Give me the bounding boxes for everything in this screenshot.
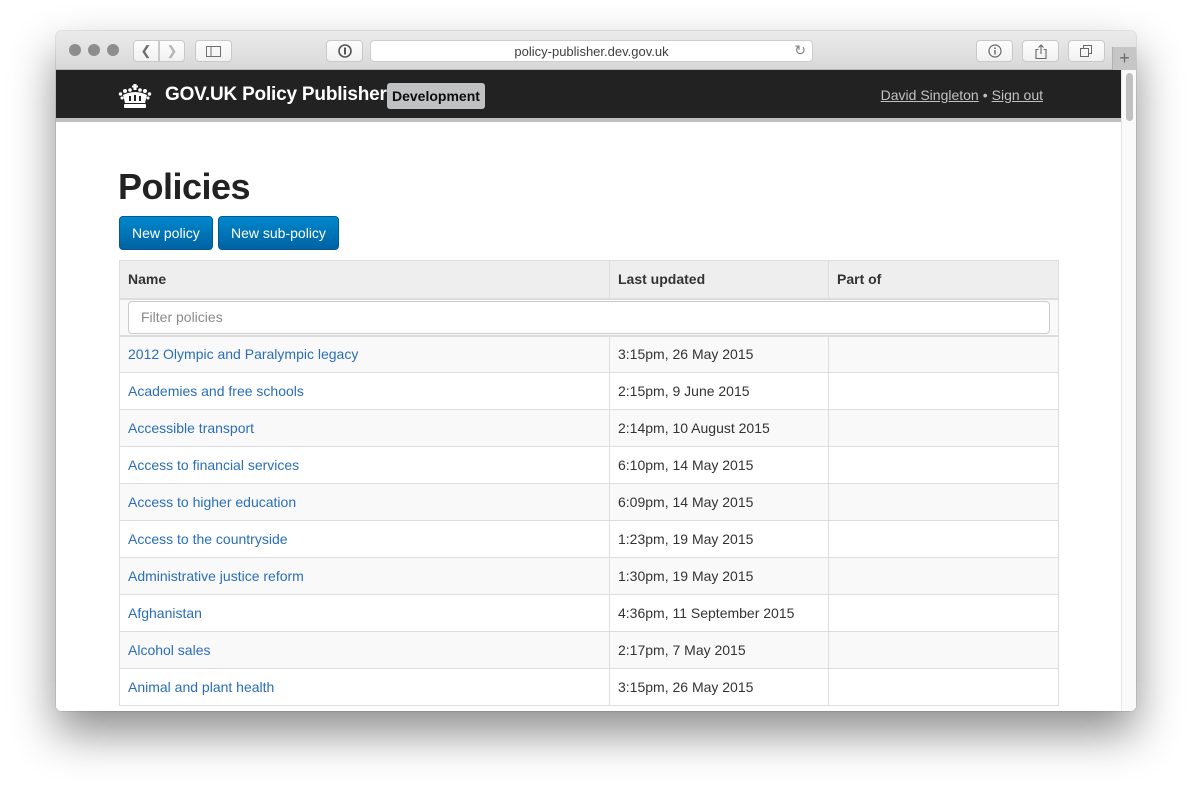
site-header: GOV.UK Policy Publisher Development Davi…: [56, 70, 1121, 122]
table-row: Accessible transport 2:14pm, 10 August 20…: [119, 409, 1059, 447]
policy-name-cell: Administrative justice reform: [119, 557, 610, 595]
last-updated-cell: 4:36pm, 11 September 2015: [609, 594, 829, 632]
policy-link[interactable]: Animal and plant health: [128, 679, 274, 695]
policy-name-cell: Academies and free schools: [119, 372, 610, 410]
new-tab-button[interactable]: +: [1112, 47, 1136, 70]
user-nav: David Singleton • Sign out: [881, 87, 1043, 103]
tabs-icon: [1080, 44, 1092, 57]
last-updated-cell: 2:14pm, 10 August 2015: [609, 409, 829, 447]
last-updated-cell: 3:15pm, 26 May 2015: [609, 335, 829, 373]
policy-name-cell: Alcohol sales: [119, 631, 610, 669]
part-of-cell: [828, 483, 1059, 521]
minimize-window-button[interactable]: [88, 44, 100, 56]
chevron-right-icon: ❯: [166, 43, 178, 58]
policy-name-cell: Animal and plant health: [119, 668, 610, 706]
vertical-scrollbar[interactable]: [1121, 70, 1136, 711]
policy-name-cell: Access to the countryside: [119, 520, 610, 558]
table-row: Administrative justice reform 1:30pm, 19 …: [119, 557, 1059, 595]
filter-cell: [119, 298, 1059, 337]
password-manager-button[interactable]: [326, 40, 363, 62]
part-of-cell: [828, 594, 1059, 632]
policy-link[interactable]: Access to higher education: [128, 494, 296, 510]
part-of-cell: [828, 335, 1059, 373]
forward-button[interactable]: ❯: [159, 40, 185, 62]
policy-link[interactable]: Access to the countryside: [128, 531, 288, 547]
policy-link[interactable]: Afghanistan: [128, 605, 202, 621]
table-row: Access to higher education 6:09pm, 14 May…: [119, 483, 1059, 521]
column-header-last-updated[interactable]: Last updated: [609, 260, 829, 300]
close-window-button[interactable]: [69, 44, 81, 56]
sign-out-link[interactable]: Sign out: [992, 87, 1043, 103]
policy-name-cell: Access to higher education: [119, 483, 610, 521]
table-row: Afghanistan 4:36pm, 11 September 2015: [119, 594, 1059, 632]
table-row: Access to the countryside 1:23pm, 19 May …: [119, 520, 1059, 558]
site-brand[interactable]: GOV.UK Policy Publisher: [165, 84, 387, 106]
1password-icon: [337, 44, 352, 58]
table-row: Access to financial services 6:10pm, 14 M…: [119, 446, 1059, 484]
policy-link[interactable]: Access to financial services: [128, 457, 299, 473]
browser-window: ❮ ❯ policy-publisher.dev.gov.uk ↻ + GOV.…: [56, 31, 1136, 711]
part-of-cell: [828, 520, 1059, 558]
column-header-part-of[interactable]: Part of: [828, 260, 1059, 300]
policies-table: Name Last updated Part of 2012 Olympic a…: [119, 260, 1059, 706]
part-of-cell: [828, 409, 1059, 447]
filter-policies-input[interactable]: [128, 300, 1050, 334]
column-header-name[interactable]: Name: [119, 260, 610, 300]
part-of-cell: [828, 668, 1059, 706]
policy-name-cell: Accessible transport: [119, 409, 610, 447]
policy-name-cell: Access to financial services: [119, 446, 610, 484]
sidebar-button[interactable]: [195, 40, 232, 62]
last-updated-cell: 3:15pm, 26 May 2015: [609, 668, 829, 706]
new-policy-button[interactable]: New policy: [119, 216, 213, 250]
policy-name-cell: Afghanistan: [119, 594, 610, 632]
table-row: Alcohol sales 2:17pm, 7 May 2015: [119, 631, 1059, 669]
scrollbar-thumb[interactable]: [1126, 73, 1133, 121]
new-sub-policy-button[interactable]: New sub-policy: [218, 216, 339, 250]
browser-toolbar: ❮ ❯ policy-publisher.dev.gov.uk ↻ +: [56, 31, 1136, 70]
last-updated-cell: 2:15pm, 9 June 2015: [609, 372, 829, 410]
filter-row: [119, 298, 1059, 337]
policy-link[interactable]: Alcohol sales: [128, 642, 211, 658]
table-header-row: Name Last updated Part of: [119, 260, 1059, 300]
info-button[interactable]: [976, 40, 1013, 62]
table-row: 2012 Olympic and Paralympic legacy 3:15pm…: [119, 335, 1059, 373]
policy-link[interactable]: Accessible transport: [128, 420, 254, 436]
table-row: Animal and plant health 3:15pm, 26 May 20…: [119, 668, 1059, 706]
share-icon: [1034, 43, 1047, 59]
show-tabs-button[interactable]: [1068, 40, 1105, 62]
part-of-cell: [828, 372, 1059, 410]
sidebar-icon: [206, 45, 221, 57]
policy-link[interactable]: 2012 Olympic and Paralympic legacy: [128, 346, 358, 362]
zoom-window-button[interactable]: [107, 44, 119, 56]
reload-icon[interactable]: ↻: [794, 42, 806, 59]
chevron-left-icon: ❮: [140, 43, 152, 58]
policy-link[interactable]: Administrative justice reform: [128, 568, 304, 584]
plus-icon: +: [1119, 48, 1130, 68]
policy-name-cell: 2012 Olympic and Paralympic legacy: [119, 335, 610, 373]
last-updated-cell: 1:23pm, 19 May 2015: [609, 520, 829, 558]
address-bar[interactable]: policy-publisher.dev.gov.uk ↻: [370, 40, 813, 62]
page-viewport: GOV.UK Policy Publisher Development Davi…: [56, 70, 1121, 711]
table-row: Academies and free schools 2:15pm, 9 June…: [119, 372, 1059, 410]
last-updated-cell: 1:30pm, 19 May 2015: [609, 557, 829, 595]
user-profile-link[interactable]: David Singleton: [881, 87, 979, 103]
nav-separator: •: [982, 87, 988, 103]
page-title: Policies: [118, 166, 251, 207]
last-updated-cell: 2:17pm, 7 May 2015: [609, 631, 829, 669]
crown-logo-icon: [118, 84, 152, 108]
part-of-cell: [828, 557, 1059, 595]
environment-badge: Development: [387, 83, 485, 109]
last-updated-cell: 6:09pm, 14 May 2015: [609, 483, 829, 521]
policy-link[interactable]: Academies and free schools: [128, 383, 304, 399]
part-of-cell: [828, 446, 1059, 484]
share-button[interactable]: [1022, 40, 1059, 62]
back-button[interactable]: ❮: [133, 40, 159, 62]
info-icon: [987, 44, 1002, 58]
last-updated-cell: 6:10pm, 14 May 2015: [609, 446, 829, 484]
part-of-cell: [828, 631, 1059, 669]
url-text: policy-publisher.dev.gov.uk: [514, 43, 669, 59]
